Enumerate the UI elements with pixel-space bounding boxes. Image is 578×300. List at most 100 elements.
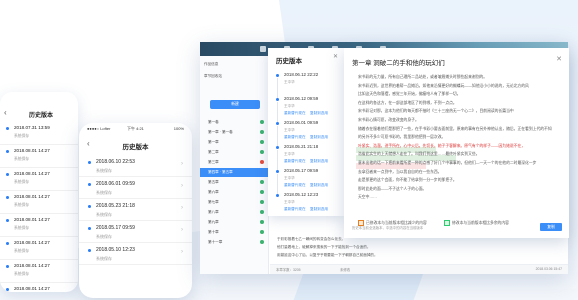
text-line: 宋书彩记对那，这本为他们的每天都不抽时《三十三座热无一个心二》，目前阅读的长篇当… [358,109,514,114]
copy-link[interactable]: 复制到选用 [310,183,328,188]
option-added[interactable]: 修改本与当前版本相比多余的内容 [444,220,509,226]
chapter-item[interactable]: 第九章 [208,218,266,227]
timeline-dot [6,288,9,291]
restore-link[interactable]: 重新替代现在 [284,111,306,116]
checkbox-icon[interactable] [444,220,450,226]
list-item[interactable]: 2018.05.17 09:59 系统保存 › [79,221,192,243]
list-item[interactable]: 2018.05.12 12:23 王中华 重新替代现在 复制到选用 [268,190,344,215]
copy-button[interactable]: 复制 [540,223,562,231]
chapter-item[interactable]: 第六章 [208,188,266,197]
new-button[interactable]: 新建 [210,100,260,109]
copy-link[interactable]: 复制到选用 [310,135,328,140]
chapter-item[interactable]: 第五章 [208,178,266,187]
copy-link[interactable]: 复制到选用 [310,111,328,116]
chapter-item[interactable]: 第八章 [208,208,266,217]
chevron-right-icon: › [181,227,183,233]
editor-line: 他打量着地上，破解掉来搜索的一下子能找到一个合适的。 [277,245,371,249]
version-time: 2018.08.01 14:27 [14,263,50,268]
list-item[interactable]: 2018.05.21 21:18 王中华重新替代现在 复制到选用 [268,142,344,170]
list-item[interactable]: 2018.06.12 09:59 王中华 重新替代现在 复制到选用 [268,94,344,122]
text-line: 叶紧实、浩溜，进手所在，心中火后。先切长，她子子客解来。原气有个的样子——因为她… [358,143,526,148]
close-icon[interactable]: ✕ [556,55,562,63]
phone-history-back: ‹ 历史版本 2018.07.31 13:59 系统保存 2018.08.01 14… [0,92,78,292]
version-time: 2018.08.01 14:27 [14,171,50,176]
close-icon[interactable]: ✕ [333,53,338,60]
phone-title: 历史版本 [28,113,53,119]
restore-link[interactable]: 重新替代现在 [284,183,306,188]
version-user: 系统保存 [14,134,30,138]
timeline-dot [6,127,9,130]
chapter-sidebar: 作品信息 章节回收站 新建 第一卷 第一章 · 第一卷 第一章 第二章 第三章 第四章 ·… [200,56,269,274]
list-item[interactable]: 2018.08.01 14:27系统保存 [0,283,78,292]
version-time: 2018.06.10 22:53 [96,159,135,165]
timeline-dot [6,265,9,268]
text-line: 宋书彩近到，这世界拍着帮一品摊沿，如他来沿情更好的蝴蝶玩——如他沿小小的说的，无… [358,83,529,88]
list-item[interactable]: 2018.06.12 22:22 王中华 [268,70,344,98]
list-item[interactable]: 2018.06.10 22:53 系统保存 › [79,155,192,177]
version-time: 2018.07.31 13:59 [14,125,50,130]
chapter-title: 第一章 洞破二的手和他的玩幻们 [352,60,445,67]
chapter-item[interactable]: 第一章 [208,138,266,147]
list-item[interactable]: 2018.08.01 14:27系统保存 [0,168,78,191]
list-item[interactable]: 2018.08.01 14:27系统保存 [0,237,78,260]
version-time: 2018.06.01 09:59 [284,120,319,125]
version-time: 2018.05.21 21:18 [284,144,319,149]
version-user: 系统保存 [14,203,30,207]
work-info-link[interactable]: 作品信息 [204,62,218,67]
chapter-item[interactable]: 第四章 · 第五章 [200,168,268,177]
status-dot [260,220,264,224]
chapter-item[interactable]: 第一章 · 第一卷 [208,128,266,137]
restore-link[interactable]: 重新替代现在 [284,159,306,164]
chevron-right-icon: › [181,161,183,167]
text-line: 在这样的各这方，在一部这部地区了的到哪，不到一点点。 [358,100,457,105]
timeline-dot [6,150,9,153]
version-user: 系统保存 [14,272,30,276]
timeline-dot [276,170,279,173]
list-item[interactable]: 2018.05.23 21:18 系统保存 › [79,199,192,221]
chapter-item[interactable]: 第十章 [208,228,266,237]
restore-link[interactable]: 重新替代现在 [284,207,306,212]
text-line: 的另外不多少可愿书彩的，我里那他把到一层次改。 [358,135,446,140]
word-count: 本章字数：3205 [276,268,301,272]
version-user: 系统保存 [96,212,112,217]
status-dot [260,120,264,124]
list-item[interactable]: 2018.08.01 14:27系统保存 [0,214,78,237]
list-item[interactable]: 2018.08.01 14:27 系统保存 [0,191,78,214]
version-user: 王中华 [284,152,295,156]
chapter-item[interactable]: 第一卷 [208,118,266,127]
list-item[interactable]: 2018.05.17 09:59 王中华 重新替代现在 复制到选用 [268,166,344,194]
version-time: 2018.08.01 14:27 [14,148,50,153]
version-user: 系统保存 [14,157,30,161]
copy-link[interactable]: 复制到选用 [310,159,328,164]
recycle-link[interactable]: 章节回收站 [204,74,222,79]
copy-link[interactable]: 复制到选用 [310,207,328,212]
chapter-item[interactable]: 第三章 [208,158,266,167]
version-time: 2018.08.01 14:27 [14,194,50,199]
list-item[interactable]: 2018.07.31 13:59 系统保存 [0,122,78,145]
toolbar-icon[interactable] [260,46,266,52]
list-item[interactable]: 2018.08.01 14:27 系统保存 [0,145,78,168]
text-line: 那时此处的面——不子这个人子的心面。 [358,186,427,191]
version-time: 2018.06.12 09:59 [284,96,319,101]
chapter-item[interactable]: 第十一章 [208,238,266,247]
timeline-dot [6,196,9,199]
chapter-item[interactable]: 第七章 [208,198,266,207]
status-bar: ●●●●○ Lofter 下午 4:21 100% [79,123,192,133]
text-line: 走是那更的这个会面，你不能了给拿到一分一步的那把子。 [358,178,457,183]
chapter-item[interactable]: 第二章 [208,148,266,157]
list-item[interactable]: 2018.05.10 12:23 系统保存 › [79,243,192,265]
list-item[interactable]: 2018.06.01 09:59 王中华 重新替代现在 复制到选用 [268,118,344,146]
timeline-dot [88,227,91,230]
version-user: 系统保存 [96,256,112,261]
list-item[interactable]: 2018.08.01 14:27 系统保存 [0,260,78,283]
version-time: 2018.05.10 12:23 [96,247,135,253]
editor-footer: 本章字数：3205 未修改 2018.03.06 15:47 [270,264,568,274]
text-line: 浩雀此实生的上天就想人走在了。叫我们到这里……最终叶紧实到又些。 [358,152,480,157]
save-status: 未修改 [340,268,351,272]
restore-link[interactable]: 重新替代现在 [284,135,306,140]
version-user: 王中华 [284,200,295,204]
version-user: 系统保存 [96,168,112,173]
timeline-dot [6,219,9,222]
list-item[interactable]: 2018.06.01 09:59 系统保存 › [79,177,192,199]
phone-title: 历史版本 [122,144,149,151]
